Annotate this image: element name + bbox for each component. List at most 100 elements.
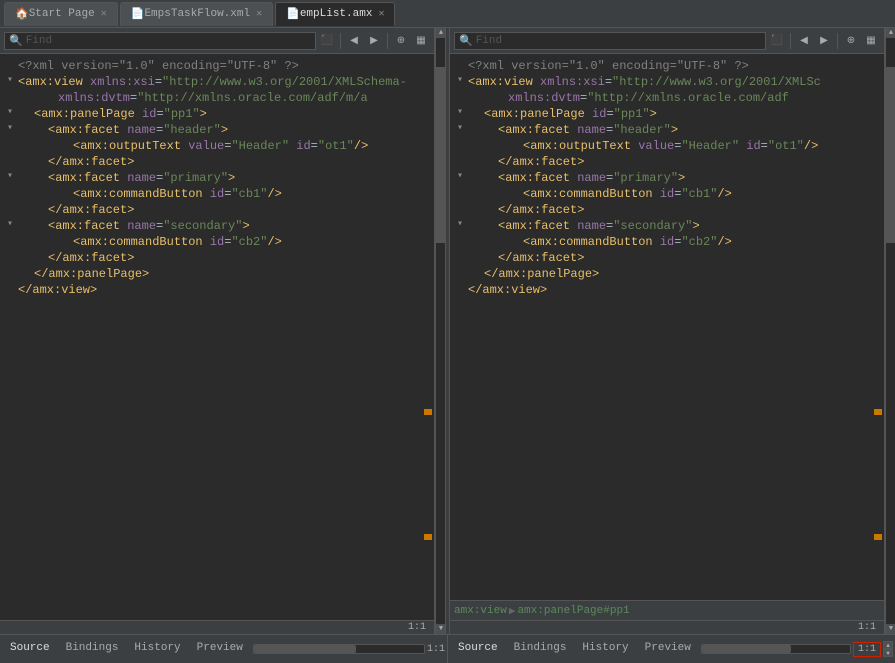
- left-scrollbar[interactable]: ▲ ▼: [435, 28, 445, 634]
- right-status-tabs: Source Bindings History Preview: [450, 640, 699, 658]
- right-search-box[interactable]: 🔍 Find: [454, 32, 766, 50]
- right-scroll-down-btn[interactable]: ▼: [886, 624, 895, 634]
- left-wrap-btn[interactable]: ⊕: [392, 32, 410, 50]
- bookmark-marker-1[interactable]: [424, 409, 432, 415]
- left-status-tabs: Source Bindings History Preview: [2, 640, 251, 658]
- right-grid-btn[interactable]: ▦: [862, 32, 880, 50]
- table-row: </amx:view>: [0, 282, 434, 298]
- left-toolbar: 🔍 Find ⬛ ◀ ▶ ⊕ ▦: [0, 28, 434, 54]
- tab-close-emplist[interactable]: ✕: [378, 8, 384, 20]
- left-code-area[interactable]: <?xml version="1.0" encoding="UTF-8" ?> …: [0, 54, 434, 620]
- left-horizontal-scrollbar[interactable]: [253, 644, 425, 654]
- fold-icon[interactable]: ▾: [4, 106, 16, 118]
- table-row: <amx:commandButton id="cb2"/>: [0, 234, 434, 250]
- right-h-thumb: [702, 645, 791, 653]
- left-pos-label: 1:1: [427, 644, 445, 655]
- right-position: 1:1: [858, 622, 880, 633]
- tab-label: Start Page: [29, 8, 95, 20]
- right-search-placeholder: Find: [476, 35, 502, 47]
- left-position: 1:1: [408, 622, 430, 633]
- right-wrap-btn[interactable]: ⊕: [842, 32, 860, 50]
- right-next-btn[interactable]: ▶: [815, 32, 833, 50]
- breadcrumb-panel-page[interactable]: amx:panelPage#pp1: [517, 605, 629, 617]
- table-row: <?xml version="1.0" encoding="UTF-8" ?>: [450, 58, 884, 74]
- fold-icon[interactable]: ▾: [4, 170, 16, 182]
- tab-label: empList.amx: [300, 8, 373, 20]
- table-row: </amx:facet>: [450, 154, 884, 170]
- fold-icon[interactable]: [4, 154, 16, 166]
- table-row: </amx:panelPage>: [0, 266, 434, 282]
- table-row: xmlns:dvtm="http://xmlns.oracle.com/adf/…: [0, 90, 434, 106]
- toolbar-separator2: [387, 33, 388, 49]
- fold-icon[interactable]: [4, 58, 16, 70]
- right-horizontal-scrollbar[interactable]: [701, 644, 851, 654]
- fold-icon[interactable]: [4, 250, 16, 262]
- left-search-placeholder: Find: [26, 35, 52, 47]
- tab-close-emps[interactable]: ✕: [256, 8, 262, 20]
- left-search-box[interactable]: 🔍 Find: [4, 32, 316, 50]
- scroll-thumb[interactable]: [436, 67, 445, 243]
- fold-icon[interactable]: ▾: [4, 122, 16, 134]
- right-scroll-thumb[interactable]: [886, 67, 895, 243]
- bookmark-marker-2[interactable]: [424, 534, 432, 540]
- right-status-bar: Source Bindings History Preview 1:1 ▲ ▼: [448, 635, 895, 663]
- left-status-bar: Source Bindings History Preview 1:1: [0, 635, 448, 663]
- right-toolbar-btn1[interactable]: ⬛: [768, 32, 786, 50]
- small-down-btn[interactable]: ▼: [883, 649, 893, 657]
- right-tab-history[interactable]: History: [574, 640, 636, 658]
- table-row: ▾ <amx:panelPage id="pp1">: [450, 106, 884, 122]
- tab-start-page[interactable]: 🏠 Start Page ✕: [4, 2, 118, 26]
- file-icon: 📄: [286, 7, 300, 21]
- fold-icon[interactable]: [4, 138, 16, 150]
- right-prev-btn[interactable]: ◀: [795, 32, 813, 50]
- breadcrumb-amx-view[interactable]: amx:view: [454, 605, 507, 617]
- left-next-btn[interactable]: ▶: [365, 32, 383, 50]
- fold-icon[interactable]: ▾: [4, 218, 16, 230]
- left-prev-btn[interactable]: ◀: [345, 32, 363, 50]
- fold-icon[interactable]: [4, 186, 16, 198]
- right-tab-preview[interactable]: Preview: [637, 640, 699, 658]
- table-row: <?xml version="1.0" encoding="UTF-8" ?>: [0, 58, 434, 74]
- table-row: <amx:commandButton id="cb2"/>: [450, 234, 884, 250]
- table-row: ▾ <amx:view xmlns:xsi="http://www.w3.org…: [0, 74, 434, 90]
- table-row: </amx:facet>: [0, 154, 434, 170]
- fold-icon[interactable]: [4, 202, 16, 214]
- toolbar-separator2: [837, 33, 838, 49]
- toolbar-separator: [790, 33, 791, 49]
- right-scroll-up-btn[interactable]: ▲: [886, 28, 895, 38]
- small-up-btn[interactable]: ▲: [883, 641, 893, 649]
- right-tab-source[interactable]: Source: [450, 640, 506, 658]
- left-tab-preview[interactable]: Preview: [189, 640, 251, 658]
- tab-emplist[interactable]: 📄 empList.amx ✕: [275, 2, 395, 26]
- bookmark-marker-3[interactable]: [874, 409, 882, 415]
- right-code-area[interactable]: <?xml version="1.0" encoding="UTF-8" ?> …: [450, 54, 884, 600]
- editors-container: 🔍 Find ⬛ ◀ ▶ ⊕ ▦ <?xml version="1.0" enc…: [0, 28, 895, 634]
- tab-close-start[interactable]: ✕: [101, 8, 107, 20]
- tab-emps-task[interactable]: 📄 EmpsTaskFlow.xml ✕: [120, 2, 273, 26]
- left-tab-bindings[interactable]: Bindings: [58, 640, 127, 658]
- table-row: </amx:panelPage>: [450, 266, 884, 282]
- bottom-status-container: Source Bindings History Preview 1:1 Sour…: [0, 634, 895, 663]
- fold-icon[interactable]: [4, 282, 16, 294]
- left-toolbar-btn1[interactable]: ⬛: [318, 32, 336, 50]
- fold-icon[interactable]: [4, 266, 16, 278]
- left-tab-history[interactable]: History: [126, 640, 188, 658]
- fold-icon[interactable]: [4, 90, 16, 102]
- right-scroll-btns: ▲ ▼: [883, 641, 893, 657]
- scroll-track[interactable]: [436, 38, 445, 624]
- table-row: ▾ <amx:panelPage id="pp1">: [0, 106, 434, 122]
- table-row: <amx:outputText value="Header" id="ot1"/…: [450, 138, 884, 154]
- left-tab-source[interactable]: Source: [2, 640, 58, 658]
- bookmark-marker-4[interactable]: [874, 534, 882, 540]
- table-row: ▾ <amx:facet name="primary">: [450, 170, 884, 186]
- right-pos-label: 1:1: [853, 642, 881, 657]
- table-row: ▾ <amx:facet name="secondary">: [450, 218, 884, 234]
- fold-icon[interactable]: ▾: [4, 74, 16, 86]
- right-scrollbar[interactable]: ▲ ▼: [885, 28, 895, 634]
- file-icon: 📄: [131, 7, 145, 21]
- table-row: </amx:facet>: [0, 250, 434, 266]
- right-tab-bindings[interactable]: Bindings: [506, 640, 575, 658]
- fold-icon[interactable]: [4, 234, 16, 246]
- left-grid-btn[interactable]: ▦: [412, 32, 430, 50]
- right-scroll-track[interactable]: [886, 38, 895, 624]
